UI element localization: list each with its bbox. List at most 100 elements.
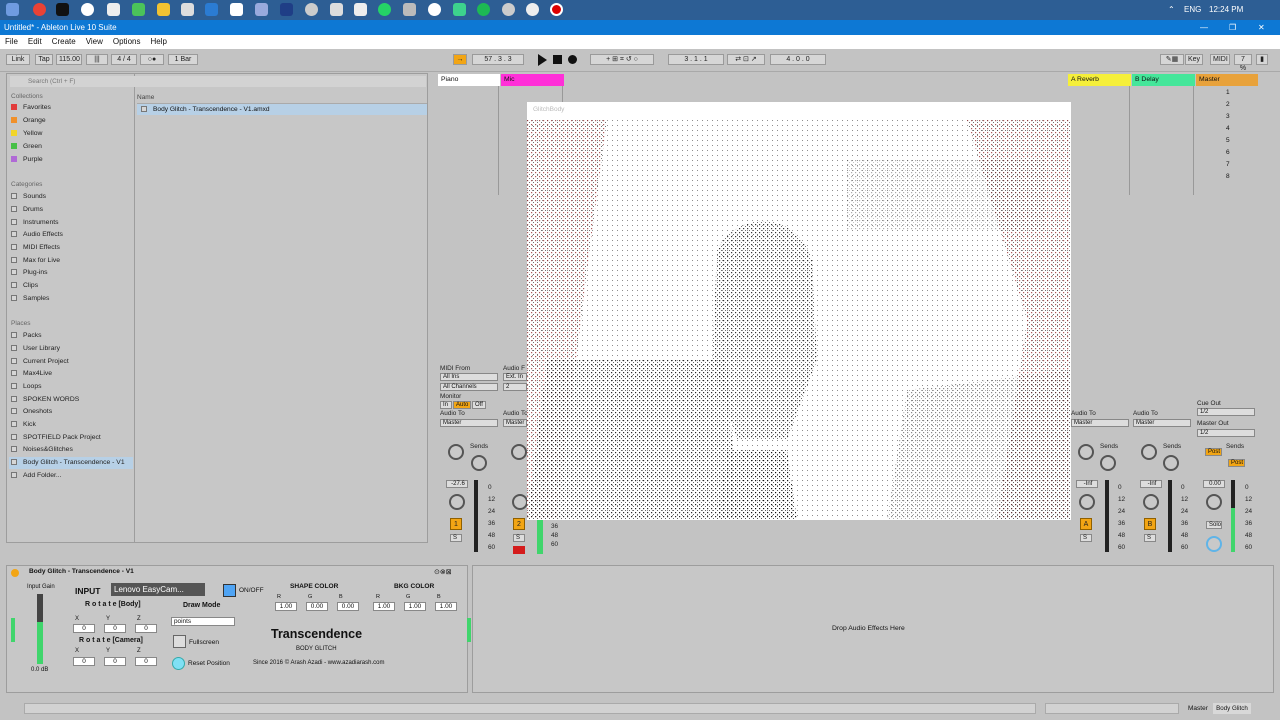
monitor-off[interactable]: Off xyxy=(472,401,486,409)
shape-color-b[interactable]: 0.00 xyxy=(337,602,359,611)
category-samples[interactable]: Samples xyxy=(11,293,49,305)
app-icon[interactable] xyxy=(330,3,343,16)
mic-audio-to-select[interactable]: Master xyxy=(503,419,527,427)
track-activator-2[interactable]: 2 xyxy=(513,518,525,530)
category-midi-effects[interactable]: MIDI Effects xyxy=(11,242,60,254)
app-icon[interactable] xyxy=(157,3,170,16)
maximize-button[interactable]: ❐ xyxy=(1229,20,1236,35)
solo-button-delay[interactable]: S xyxy=(1144,534,1156,542)
reset-position-button[interactable] xyxy=(172,657,185,670)
collection-favorites[interactable]: Favorites xyxy=(11,102,51,114)
play-button[interactable] xyxy=(538,54,547,66)
scene-number[interactable]: 4 xyxy=(1226,125,1230,132)
scene-number[interactable]: 6 xyxy=(1226,149,1230,156)
stop-button[interactable] xyxy=(553,55,562,64)
add-folder-link[interactable]: Add Folder... xyxy=(11,470,62,482)
close-button[interactable]: ✕ xyxy=(1258,20,1265,35)
monitor-auto[interactable]: Auto xyxy=(453,401,471,409)
draw-mode-icon[interactable]: ✎▦ xyxy=(1160,54,1184,65)
camera-select[interactable]: Lenovo EasyCam... xyxy=(111,583,205,596)
solo-button-piano[interactable]: S xyxy=(450,534,462,542)
chrome-icon[interactable] xyxy=(33,3,46,16)
tray-chevron-icon[interactable]: ⌃ xyxy=(1168,0,1175,20)
category-drums[interactable]: Drums xyxy=(11,204,43,216)
shape-color-r[interactable]: 1.00 xyxy=(275,602,297,611)
category-max-for-live[interactable]: Max for Live xyxy=(11,255,60,267)
ableton-icon[interactable] xyxy=(56,3,69,16)
whatsapp-icon[interactable] xyxy=(378,3,391,16)
app-icon[interactable] xyxy=(107,3,120,16)
metronome-toggle[interactable]: ○● xyxy=(140,54,164,65)
audio-to-select[interactable]: Master xyxy=(440,419,498,427)
link-button[interactable]: Link xyxy=(6,54,30,65)
cue-out-select[interactable]: 1/2 xyxy=(1197,408,1255,416)
app-icon[interactable] xyxy=(354,3,367,16)
time-signature[interactable]: 4 / 4 xyxy=(111,54,137,65)
loop-toggle[interactable]: ⇄ ⊡ ↗ xyxy=(727,54,765,65)
arm-button-mic[interactable] xyxy=(513,546,525,554)
menu-create[interactable]: Create xyxy=(52,37,76,46)
pan-knob-reverb[interactable] xyxy=(1079,494,1095,510)
category-instruments[interactable]: Instruments xyxy=(11,217,59,229)
category-audio-effects[interactable]: Audio Effects xyxy=(11,229,63,241)
post-button[interactable]: Post xyxy=(1228,459,1245,467)
rotate-body-z[interactable]: 0 xyxy=(135,624,157,633)
solo-mode-button[interactable]: Solo xyxy=(1206,521,1222,529)
collection-orange[interactable]: Orange xyxy=(11,115,46,127)
audio-from-select[interactable]: Ext. In xyxy=(503,373,527,381)
scene-number[interactable]: 1 xyxy=(1226,89,1230,96)
app-icon[interactable] xyxy=(81,3,94,16)
monitor-in[interactable]: In xyxy=(440,401,452,409)
place-item[interactable]: Max4Live xyxy=(11,368,52,380)
pan-knob-master[interactable] xyxy=(1206,494,1222,510)
song-position[interactable]: 57 . 3 . 3 xyxy=(472,54,524,65)
volume-field-reverb[interactable]: -Inf xyxy=(1076,480,1098,488)
app-icon[interactable] xyxy=(181,3,194,16)
scene-number[interactable]: 8 xyxy=(1226,173,1230,180)
clock[interactable]: 12:24 PM xyxy=(1209,0,1243,20)
reverb-send-knob[interactable] xyxy=(1078,444,1094,460)
rotate-camera-z[interactable]: 0 xyxy=(135,657,157,666)
category-plug-ins[interactable]: Plug-ins xyxy=(11,267,48,279)
delay-send-b-knob[interactable] xyxy=(1163,455,1179,471)
track-header-b-delay[interactable]: B Delay xyxy=(1132,74,1195,86)
fullscreen-toggle[interactable] xyxy=(173,635,186,648)
minimize-button[interactable]: — xyxy=(1200,20,1208,35)
send-a-knob[interactable] xyxy=(448,444,464,460)
delay-audio-to-select[interactable]: Master xyxy=(1133,419,1191,427)
record-button[interactable] xyxy=(568,55,577,64)
tap-button[interactable]: Tap xyxy=(35,54,53,65)
place-item[interactable]: SPOKEN WORDS xyxy=(11,394,79,406)
app-icon[interactable] xyxy=(453,3,466,16)
midi-map-button[interactable]: MIDI xyxy=(1210,54,1230,65)
midi-channel-select[interactable]: All Channels xyxy=(440,383,498,391)
app-icon[interactable] xyxy=(502,3,515,16)
collection-green[interactable]: Green xyxy=(11,141,42,153)
place-item[interactable]: Loops xyxy=(11,381,42,393)
solo-button-mic[interactable]: S xyxy=(513,534,525,542)
app-icon[interactable] xyxy=(526,3,539,16)
place-item[interactable]: User Library xyxy=(11,343,60,355)
track-activator-1[interactable]: 1 xyxy=(450,518,462,530)
status-master-label[interactable]: Master xyxy=(1188,705,1208,712)
effects-drop-area[interactable]: Drop Audio Effects Here xyxy=(472,565,1274,693)
record-icon[interactable] xyxy=(550,3,563,16)
mail-icon[interactable] xyxy=(230,3,243,16)
search-input[interactable]: Search (Ctrl + F) xyxy=(10,76,426,87)
shape-color-g[interactable]: 0.00 xyxy=(306,602,328,611)
rotate-camera-x[interactable]: 0 xyxy=(73,657,95,666)
scene-number[interactable]: 5 xyxy=(1226,137,1230,144)
delay-send-knob[interactable] xyxy=(1141,444,1157,460)
draw-mode-select[interactable]: points xyxy=(171,617,235,626)
name-column-header[interactable]: Name xyxy=(137,94,427,104)
follow-button[interactable]: → xyxy=(453,54,467,65)
volume-field-delay[interactable]: -Inf xyxy=(1140,480,1162,488)
category-clips[interactable]: Clips xyxy=(11,280,38,292)
status-track-label[interactable]: Body Glitch xyxy=(1213,703,1251,714)
menu-file[interactable]: File xyxy=(5,37,18,46)
place-item-selected[interactable]: Body Glitch - Transcendence - V1 xyxy=(9,457,133,469)
key-map-button[interactable]: Key xyxy=(1185,54,1203,65)
loop-start[interactable]: 3 . 1 . 1 xyxy=(668,54,724,65)
track-activator-b[interactable]: B xyxy=(1144,518,1156,530)
place-item[interactable]: Packs xyxy=(11,330,42,342)
